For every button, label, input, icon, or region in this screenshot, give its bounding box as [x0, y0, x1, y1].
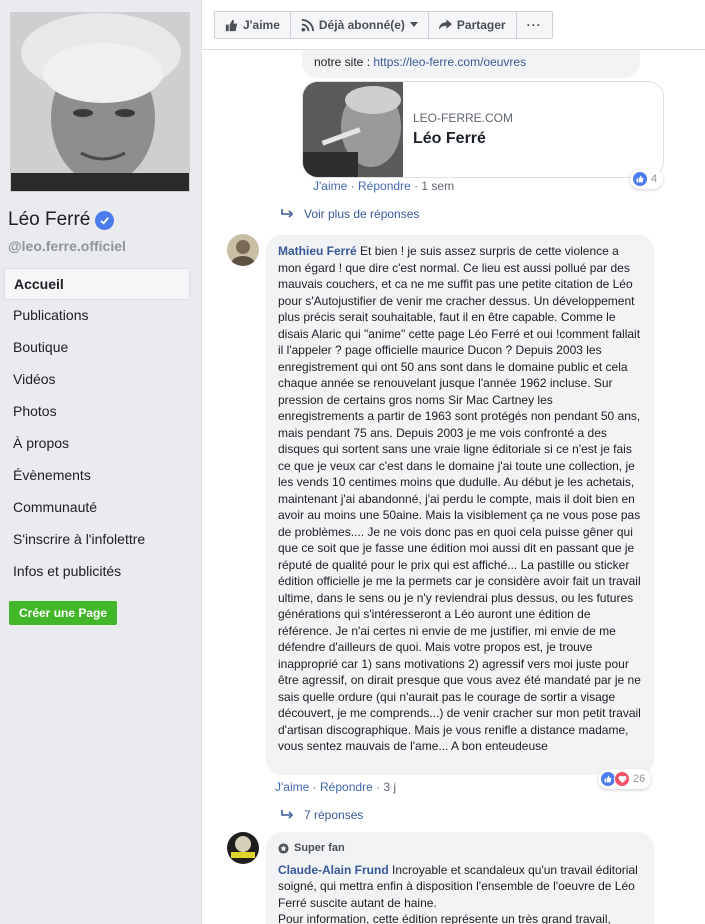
comment-1-reaction-count: 4	[651, 173, 658, 185]
sidebar-item-communaute[interactable]: Communauté	[4, 492, 190, 524]
comment-1-reactions[interactable]: 4	[630, 169, 664, 189]
profile-photo-image	[11, 13, 189, 191]
share-icon	[438, 19, 452, 30]
sidebar-item-accueil[interactable]: Accueil	[4, 268, 190, 300]
page-name-text[interactable]: Léo Ferré	[8, 209, 90, 231]
sidebar-item-boutique[interactable]: Boutique	[4, 332, 190, 364]
profile-photo[interactable]	[10, 12, 190, 192]
link-preview-card[interactable]: LEO-FERRE.COM Léo Ferré	[302, 81, 664, 178]
comment-2-text: Et bien ! je suis assez surpris de cette…	[278, 244, 641, 753]
comment-1-text: notre site :	[314, 55, 374, 69]
verified-badge-icon	[95, 210, 115, 230]
comment-1-meta: J'aime · Répondre · 1 sem	[313, 179, 454, 193]
replies-count-link[interactable]: 7 réponses	[280, 808, 363, 822]
sidebar-item-publications[interactable]: Publications	[4, 300, 190, 332]
reply-arrow-icon-2	[281, 810, 294, 819]
comment-2-sep-2: ·	[376, 780, 381, 794]
sidebar-item-infos-publicites[interactable]: Infos et publicités	[4, 556, 190, 588]
create-page-button[interactable]: Créer une Page	[9, 601, 118, 625]
comments-area: notre site : https://leo-ferre.com/oeuvr…	[202, 50, 705, 924]
link-preview-domain: LEO-FERRE.COM	[413, 111, 514, 125]
link-preview-image	[303, 82, 403, 177]
sidebar-item-photos[interactable]: Photos	[4, 396, 190, 428]
comment-2-reply-link[interactable]: Répondre	[320, 780, 373, 794]
avatar-claude-alain-frund[interactable]	[227, 832, 259, 864]
comment-2-meta: J'aime · Répondre · 3 j	[275, 780, 396, 794]
more-replies-label: Voir plus de réponses	[304, 207, 420, 221]
comment-1-like-link[interactable]: J'aime	[313, 179, 347, 193]
super-fan-label: Super fan	[294, 842, 345, 854]
link-preview-title: Léo Ferré	[413, 130, 486, 147]
share-button[interactable]: Partager	[429, 12, 517, 38]
comment-3-text-2: Pour information, cette édition représen…	[278, 912, 611, 924]
page-username[interactable]: @leo.ferre.officiel	[8, 238, 126, 254]
replies-count-label: 7 réponses	[304, 808, 364, 822]
rss-icon	[301, 18, 314, 32]
comment-3-author[interactable]: Claude-Alain Frund	[278, 863, 389, 877]
comment-1-reply-link[interactable]: Répondre	[358, 179, 411, 193]
main-column: J'aime Déjà abonné(e) Partager ··· notre…	[201, 0, 705, 924]
thumbs-up-icon	[225, 19, 238, 31]
comment-1-sep-1: ·	[350, 179, 355, 193]
comment-1-link[interactable]: https://leo-ferre.com/oeuvres	[373, 55, 526, 69]
avatar-mathieu-ferre[interactable]	[227, 234, 259, 266]
comment-1-sep-2: ·	[414, 179, 419, 193]
love-reaction-icon	[614, 771, 630, 787]
comment-bubble-2: Mathieu Ferré Et bien ! je suis assez su…	[266, 235, 654, 775]
comment-2-author[interactable]: Mathieu Ferré	[278, 244, 357, 258]
sidebar-item-infolettre[interactable]: S'inscrire à l'infolettre	[4, 524, 190, 556]
like-page-button[interactable]: J'aime	[215, 12, 291, 38]
left-sidebar: Léo Ferré @leo.ferre.officiel Accueil Pu…	[0, 0, 200, 924]
comment-2-like-link[interactable]: J'aime	[275, 780, 309, 794]
super-fan-badge: Super fan	[278, 840, 642, 857]
subscribed-button[interactable]: Déjà abonné(e)	[291, 12, 429, 38]
super-fan-icon	[278, 843, 289, 854]
comment-bubble-1: notre site : https://leo-ferre.com/oeuvr…	[302, 50, 640, 78]
share-label: Partager	[456, 18, 506, 32]
action-bar: J'aime Déjà abonné(e) Partager ···	[202, 0, 705, 50]
reply-arrow-icon	[281, 209, 294, 218]
page-name[interactable]: Léo Ferré	[8, 209, 115, 231]
like-page-label: J'aime	[243, 18, 280, 32]
subscribed-label: Déjà abonné(e)	[318, 18, 405, 32]
comment-2-sep-1: ·	[312, 780, 317, 794]
sidebar-item-videos[interactable]: Vidéos	[4, 364, 190, 396]
sidebar-item-a-propos[interactable]: À propos	[4, 428, 190, 460]
comment-2-reactions[interactable]: 26	[598, 769, 652, 789]
like-reaction-icon	[632, 171, 648, 187]
more-options-button[interactable]: ···	[517, 12, 552, 38]
chevron-down-icon	[409, 22, 418, 27]
comment-2-time[interactable]: 3 j	[383, 780, 396, 794]
comment-2-reaction-count: 26	[633, 773, 646, 785]
comment-1-time[interactable]: 1 sem	[421, 179, 454, 193]
more-options-label: ···	[526, 18, 542, 32]
page-actions: J'aime Déjà abonné(e) Partager ···	[214, 11, 553, 39]
sidebar-item-evenements[interactable]: Évènements	[4, 460, 190, 492]
more-replies-link[interactable]: Voir plus de réponses	[280, 207, 419, 221]
comment-bubble-3: Super fan Claude-Alain Frund Incroyable …	[266, 832, 654, 924]
sidebar-nav: Accueil Publications Boutique Vidéos Pho…	[4, 268, 190, 588]
